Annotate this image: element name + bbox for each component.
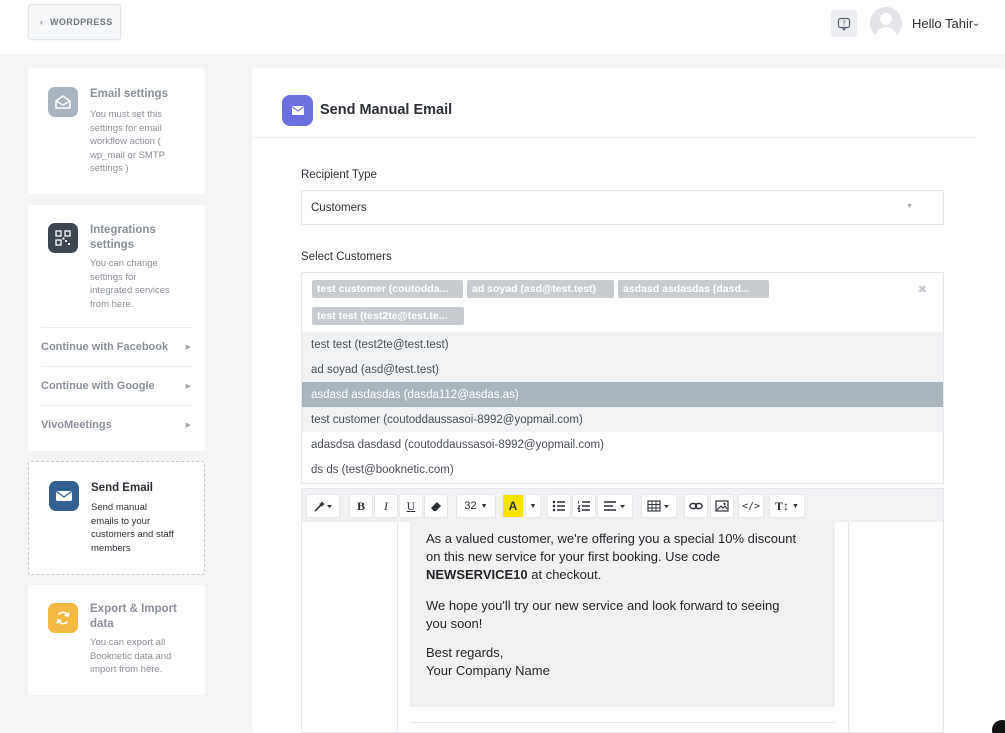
align-left-icon	[604, 501, 625, 511]
image-icon	[715, 500, 729, 512]
close-x-icon[interactable]: ✖	[918, 283, 927, 296]
table-icon	[647, 500, 669, 512]
help-button[interactable]: ?	[831, 10, 857, 37]
link-icon	[689, 502, 703, 510]
email-settings-desc: You must set this settings for email wor…	[90, 109, 165, 174]
bold-button[interactable]: B	[349, 494, 373, 518]
recipient-type-label: Recipient Type	[301, 169, 377, 181]
recipient-type-value: Customers	[311, 201, 367, 214]
chevron-down-icon[interactable]: ⌄	[972, 18, 980, 29]
chevron-left-icon: ‹	[40, 17, 43, 27]
send-email-card[interactable]: Send Email Send manual emails to your cu…	[28, 461, 205, 575]
email-settings-card[interactable]: Email settings You must set this setting…	[28, 68, 205, 194]
qr-code-icon	[48, 223, 78, 253]
integrations-title[interactable]: Integrations settings	[90, 223, 197, 253]
sidebar-item-facebook[interactable]: Continue with Facebook ▶	[41, 327, 193, 366]
numbered-list-icon	[577, 501, 590, 512]
list-item[interactable]: adasdsa dasdasd (coutoddaussasoi-8992@yo…	[302, 432, 943, 457]
align-dropdown-button[interactable]	[597, 494, 633, 518]
list-item[interactable]: ad soyad (asd@test.test)	[302, 357, 943, 382]
email-body-editor[interactable]: As a valued customer, we're offering you…	[301, 522, 944, 733]
envelope-send-icon	[49, 481, 79, 511]
editor-paragraph: We hope you'll try our new service and l…	[426, 598, 780, 631]
envelope-icon	[282, 95, 313, 126]
panel-header: Send Manual Email	[252, 68, 977, 138]
editor-paragraph: Best regards, Your Company Name	[426, 645, 550, 678]
list-item[interactable]: ds ds (test@booknetic.com)	[302, 457, 943, 482]
underline-button[interactable]: U	[399, 494, 423, 518]
send-email-panel: Send Manual Email Recipient Type Custome…	[252, 68, 1005, 733]
magic-wand-icon	[314, 501, 332, 512]
magic-wand-style-button[interactable]	[306, 494, 340, 518]
export-import-card[interactable]: Export & Import data You can export all …	[28, 585, 205, 695]
caret-right-icon: ▶	[185, 344, 191, 351]
back-to-wordpress-label: WORDPRESS	[50, 17, 113, 27]
customers-multiselect[interactable]: test customer (coutodda... ad soyad (asd…	[301, 272, 944, 332]
highlight-color-button[interactable]: A	[502, 494, 524, 518]
select-customers-label: Select Customers	[301, 251, 392, 263]
text-style-dropdown-button[interactable]: T↕ ▼	[769, 494, 805, 518]
numbered-list-button[interactable]	[572, 494, 596, 518]
avatar[interactable]	[870, 7, 902, 39]
caret-right-icon: ▶	[185, 383, 191, 390]
selected-customer-chip[interactable]: test customer (coutodda...	[312, 280, 463, 298]
top-bar: ‹ WORDPRESS ? Hello Tahir ⌄	[0, 0, 1005, 54]
customers-dropdown-list: test test (test2te@test.test) ad soyad (…	[301, 332, 944, 484]
caret-right-icon: ▶	[185, 422, 191, 429]
font-size-select[interactable]: 32 ▼	[456, 494, 496, 518]
list-item-highlighted[interactable]: asdasd asdasdas (dasda112@asdas.as)	[302, 382, 943, 407]
settings-sidebar: Email settings You must set this setting…	[0, 54, 241, 733]
email-content-area[interactable]: As a valued customer, we're offering you…	[410, 522, 835, 707]
bullet-list-button[interactable]	[547, 494, 571, 518]
selected-customer-chip[interactable]: test test (test2te@test.te...	[312, 307, 464, 325]
table-button[interactable]	[641, 494, 677, 518]
bullet-list-icon	[552, 500, 565, 512]
export-import-desc: You can export all Booknetic data and im…	[90, 637, 172, 675]
sync-arrows-icon	[48, 603, 78, 633]
eraser-button[interactable]	[424, 494, 448, 518]
list-item[interactable]: test test (test2te@test.test)	[302, 332, 943, 357]
recipient-type-select[interactable]: Customers ▼	[301, 190, 944, 225]
sidebar-item-vivomeetings[interactable]: VivoMeetings ▶	[41, 405, 193, 444]
image-button[interactable]	[710, 494, 734, 518]
envelope-open-icon	[48, 87, 78, 117]
back-to-wordpress-button[interactable]: ‹ WORDPRESS	[28, 4, 121, 40]
eraser-icon	[431, 502, 441, 511]
integrations-desc: You can change settings for integrated s…	[90, 258, 170, 310]
dropdown-arrow-icon: ▼	[480, 502, 488, 510]
italic-button[interactable]: I	[374, 494, 398, 518]
dropdown-arrow-icon: ▼	[792, 502, 799, 510]
color-dropdown-button[interactable]: ▼	[525, 494, 541, 518]
send-email-title: Send Email	[91, 482, 153, 494]
chat-widget-button[interactable]	[992, 720, 1005, 733]
export-import-title: Export & Import data	[90, 603, 177, 630]
code-view-button[interactable]: </>	[738, 494, 764, 518]
user-greeting[interactable]: Hello Tahir	[912, 16, 973, 31]
svg-text:?: ?	[842, 19, 846, 27]
help-chat-icon: ?	[837, 17, 851, 31]
list-item[interactable]: test customer (coutoddaussasoi-8992@yopm…	[302, 407, 943, 432]
dropdown-arrow-icon: ▼	[906, 203, 913, 210]
page-title: Send Manual Email	[320, 102, 453, 118]
selected-customer-chip[interactable]: asdasd asdasdas (dasd...	[618, 280, 769, 298]
integrations-card: Integrations settings You can change set…	[28, 205, 205, 451]
editor-toolbar: B I U 32 ▼ A ▼ </> T↕ ▼	[301, 488, 944, 522]
editor-paragraph: As a valued customer, we're offering you…	[426, 531, 797, 582]
selected-customer-chip[interactable]: ad soyad (asd@test.test)	[467, 280, 614, 298]
email-settings-title: Email settings	[90, 88, 168, 100]
link-button[interactable]	[684, 494, 708, 518]
text-height-icon: T↕	[775, 498, 790, 513]
sidebar-item-google[interactable]: Continue with Google ▶	[41, 366, 193, 405]
send-email-desc: Send manual emails to your customers and…	[91, 502, 174, 554]
font-size-value: 32	[464, 500, 477, 512]
